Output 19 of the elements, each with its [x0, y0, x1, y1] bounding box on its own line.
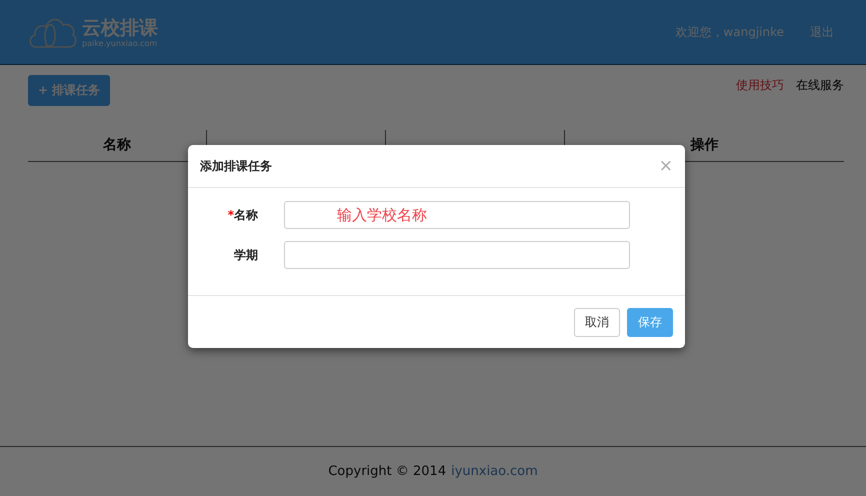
cancel-button[interactable]: 取消 [574, 308, 620, 336]
logout-link[interactable]: 退出 [810, 24, 834, 40]
service-link[interactable]: 在线服务 [796, 77, 844, 94]
add-task-button[interactable]: + 排课任务 [28, 75, 110, 106]
welcome-text: 欢迎您，wangjinke [675, 24, 784, 40]
field-label: 学期 [233, 246, 258, 264]
input-field[interactable] [284, 241, 630, 269]
logo-subtitle: paike.yunxiao.com [82, 38, 158, 48]
close-button[interactable]: × [658, 156, 673, 176]
field-label: *名称 [226, 206, 258, 224]
logo-title: 云校排课 [82, 16, 158, 38]
tips-link[interactable]: 使用技巧 [736, 77, 784, 94]
site-link[interactable]: iyunxiao.com [451, 464, 538, 479]
dialog-title: 添加排课任务 [200, 158, 272, 174]
copyright-text: Copyright © 2014 [328, 464, 446, 479]
save-button[interactable]: 保存 [627, 308, 673, 336]
column-header: 名称 [103, 137, 131, 153]
column-header: 操作 [690, 137, 718, 153]
input-field[interactable]: 输入学校名称 [284, 201, 630, 229]
